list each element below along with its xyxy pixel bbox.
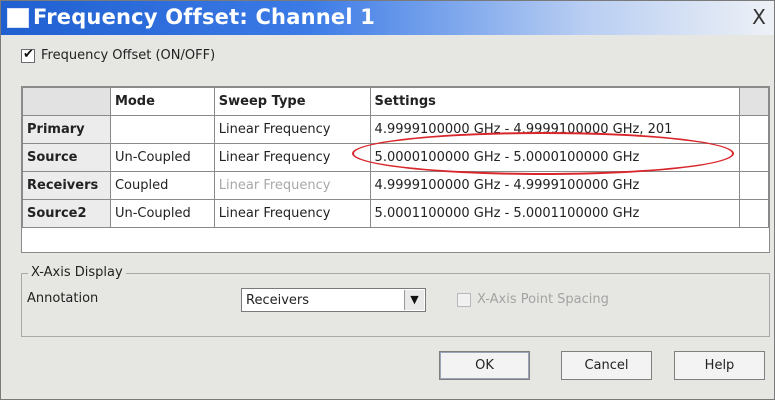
- mode-column-header: Mode: [109, 87, 215, 116]
- table-header-row: Mode Sweep Type Settings: [22, 87, 769, 116]
- close-button[interactable]: X: [748, 7, 770, 29]
- ok-button[interactable]: OK: [439, 351, 530, 380]
- x-axis-point-spacing-toggle: X-Axis Point Spacing: [457, 292, 609, 307]
- sweep-type-cell-source2[interactable]: Linear Frequency: [213, 199, 371, 228]
- corner-header: [22, 87, 111, 116]
- x-axis-display-legend: X-Axis Display: [28, 265, 126, 280]
- frequency-offset-label: Frequency Offset (ON/OFF): [41, 48, 216, 63]
- frequency-offset-toggle[interactable]: Frequency Offset (ON/OFF): [21, 47, 216, 63]
- settings-cell-source2[interactable]: 5.0001100000 GHz - 5.0001100000 GHz: [369, 199, 741, 228]
- mode-cell-receivers[interactable]: Coupled: [109, 171, 215, 200]
- help-button[interactable]: Help: [674, 351, 765, 380]
- x-axis-display-group: X-Axis Display Annotation Receivers ▼ X-…: [21, 265, 770, 337]
- row-label-source2: Source2: [22, 199, 111, 228]
- sweep-type-cell-source[interactable]: Linear Frequency: [213, 143, 371, 172]
- mode-cell-source[interactable]: Un-Coupled: [109, 143, 215, 172]
- row-label-receivers: Receivers: [22, 171, 111, 200]
- title-bar[interactable]: Frequency Offset: Channel 1 X: [1, 1, 774, 35]
- table-row-source2[interactable]: Source2 Un-Coupled Linear Frequency 5.00…: [22, 199, 769, 228]
- dropdown-arrow-icon[interactable]: ▼: [404, 290, 424, 310]
- cancel-button[interactable]: Cancel: [561, 351, 652, 380]
- x-axis-point-spacing-checkbox: [457, 292, 471, 307]
- offset-table: Mode Sweep Type Settings Primary Linear …: [21, 86, 770, 253]
- filler-header: [739, 87, 769, 116]
- frequency-offset-checkbox[interactable]: [21, 47, 35, 63]
- filler-cell: [739, 115, 769, 144]
- annotation-select[interactable]: Receivers ▼: [241, 288, 426, 312]
- row-label-source: Source: [22, 143, 111, 172]
- settings-column-header: Settings: [369, 87, 741, 116]
- sweep-type-cell-receivers: Linear Frequency: [213, 171, 371, 200]
- filler-cell: [739, 199, 769, 228]
- mode-cell-primary[interactable]: [109, 115, 215, 144]
- mode-cell-source2[interactable]: Un-Coupled: [109, 199, 215, 228]
- window-icon: [7, 8, 29, 28]
- frequency-offset-dialog: Frequency Offset: Channel 1 X Frequency …: [0, 0, 775, 400]
- filler-cell: [739, 143, 769, 172]
- sweep-type-column-header: Sweep Type: [213, 87, 371, 116]
- sweep-type-cell-primary[interactable]: Linear Frequency: [213, 115, 371, 144]
- row-label-primary: Primary: [22, 115, 111, 144]
- annotation-label: Annotation: [27, 291, 99, 306]
- x-axis-point-spacing-label: X-Axis Point Spacing: [477, 292, 609, 307]
- table-row-receivers[interactable]: Receivers Coupled Linear Frequency 4.999…: [22, 171, 769, 200]
- filler-cell: [739, 171, 769, 200]
- settings-cell-receivers[interactable]: 4.9999100000 GHz - 4.9999100000 GHz: [369, 171, 741, 200]
- source-settings-highlight-annotation: [352, 132, 734, 175]
- annotation-select-value: Receivers: [246, 292, 310, 308]
- window-title: Frequency Offset: Channel 1: [33, 5, 376, 29]
